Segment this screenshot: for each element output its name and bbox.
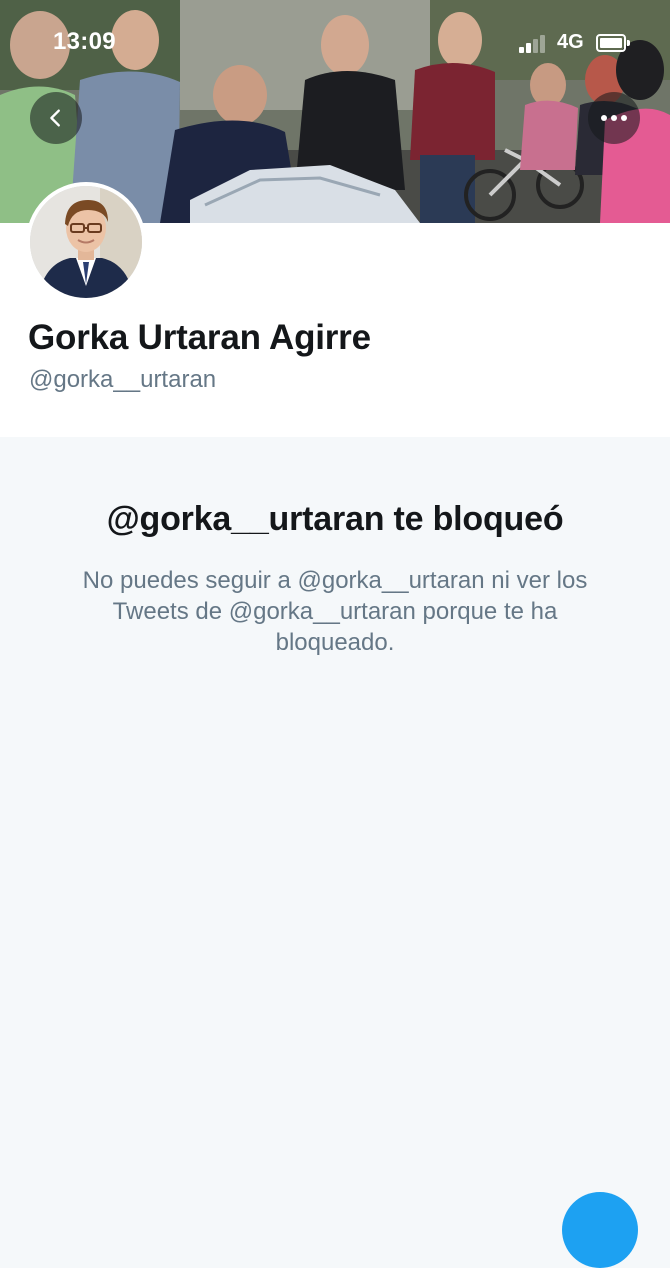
blocked-message: No puedes seguir a @gorka__urtaran ni ve…: [82, 567, 588, 656]
profile-handle: @gorka__urtaran: [29, 366, 217, 393]
network-type: 4G: [557, 31, 584, 53]
blocked-title: @gorka__urtaran te bloqueó: [106, 500, 564, 538]
signal-strength-icon: [519, 35, 545, 53]
more-options-button[interactable]: [588, 92, 640, 144]
back-button[interactable]: [30, 92, 82, 144]
chevron-left-icon: [50, 109, 60, 127]
status-bar: 13:09 4G: [0, 0, 670, 88]
status-time: 13:09: [53, 28, 116, 55]
battery-icon: [596, 34, 630, 52]
profile-avatar[interactable]: [26, 182, 146, 302]
profile-name: Gorka Urtaran Agirre: [28, 318, 371, 357]
compose-tweet-button[interactable]: [562, 1192, 638, 1268]
more-horizontal-icon: [601, 115, 627, 121]
avatar-photo: [30, 186, 142, 298]
